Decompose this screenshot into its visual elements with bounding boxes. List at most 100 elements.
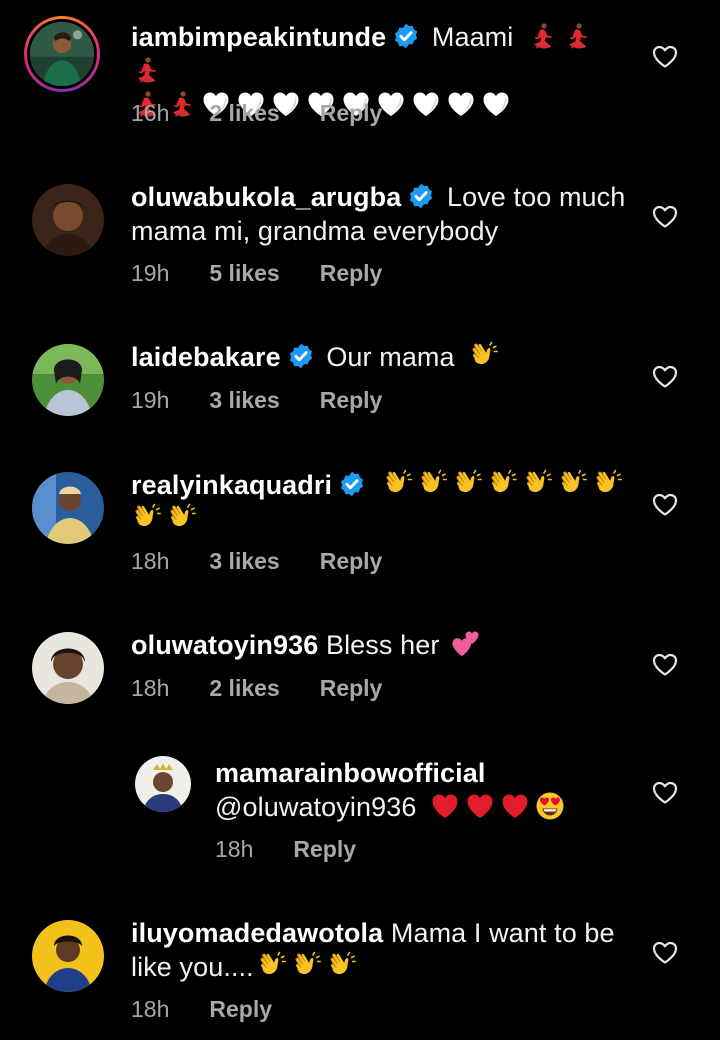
avatar-image	[27, 19, 97, 89]
avatar[interactable]	[32, 344, 104, 416]
reply-button[interactable]: Reply	[320, 100, 383, 127]
white-heart-emoji-icon	[481, 89, 511, 119]
reply-button[interactable]: Reply	[209, 996, 272, 1023]
comment-time: 19h	[131, 387, 170, 413]
heart-outline-icon	[652, 45, 678, 69]
dancer-emoji-icon	[562, 21, 592, 51]
red-heart-emoji-icon	[500, 791, 530, 821]
comment-username[interactable]: oluwabukola_arugba	[131, 182, 401, 212]
heart-outline-icon	[652, 781, 678, 805]
clap-emoji-icon	[382, 469, 412, 499]
comment-meta: 18h Reply	[215, 836, 356, 863]
like-button[interactable]	[652, 45, 678, 69]
clap-emoji-icon	[256, 951, 286, 981]
comment-body: Maami	[431, 22, 514, 52]
comment-meta: 19h 5 likes Reply	[131, 260, 382, 287]
clap-emoji-icon	[417, 469, 447, 499]
avatar[interactable]	[32, 184, 104, 256]
comment-text: oluwabukola_arugba Love too much mama mi…	[131, 180, 631, 248]
likes-count[interactable]: 2 likes	[209, 675, 279, 702]
clap-emoji-icon	[592, 469, 622, 499]
clap-emoji-icon	[487, 469, 517, 499]
avatar-photo-icon	[32, 184, 104, 256]
likes-count[interactable]: 3 likes	[209, 387, 279, 414]
verified-badge-icon	[392, 22, 420, 50]
comment-time: 18h	[131, 675, 170, 701]
verified-badge-icon	[287, 342, 315, 370]
dancer-emoji-icon	[527, 21, 557, 51]
avatar[interactable]	[32, 472, 104, 544]
avatar-photo-icon	[135, 756, 191, 812]
like-button[interactable]	[652, 365, 678, 389]
clap-emoji-icon	[452, 469, 482, 499]
comment-time: 18h	[131, 996, 170, 1022]
likes-count[interactable]: 5 likes	[209, 260, 279, 287]
comment-text: iluyomadedawotola Mama I want to be like…	[131, 916, 631, 984]
comment-username[interactable]: laidebakare	[131, 342, 281, 372]
reply-button[interactable]: Reply	[320, 675, 383, 702]
comment-time: 18h	[131, 548, 170, 574]
comment-text: realyinkaquadri	[131, 468, 631, 536]
red-heart-emoji-icon	[430, 791, 460, 821]
clap-emoji-icon	[131, 503, 161, 533]
comment-meta: 18h 2 likes Reply	[131, 675, 382, 702]
reply-button[interactable]: Reply	[320, 387, 383, 414]
avatar[interactable]	[32, 920, 104, 992]
reply-button[interactable]: Reply	[320, 548, 383, 575]
comment-username[interactable]: oluwatoyin936	[131, 630, 318, 660]
clap-emoji-icon	[468, 341, 498, 371]
avatar-photo-icon	[30, 22, 94, 86]
white-heart-emoji-icon	[411, 89, 441, 119]
verified-badge-icon	[338, 470, 366, 498]
clap-emoji-icon	[557, 469, 587, 499]
clap-emoji-icon	[326, 951, 356, 981]
heart-eyes-emoji-icon	[535, 791, 565, 821]
comment-meta: 18h Reply	[131, 996, 272, 1023]
verified-badge-icon	[407, 182, 435, 210]
comment-body[interactable]: @oluwatoyin936	[215, 792, 416, 822]
white-heart-emoji-icon	[446, 89, 476, 119]
dancer-emoji-icon	[131, 55, 161, 85]
like-button[interactable]	[652, 781, 678, 805]
comment-meta: 18h 3 likes Reply	[131, 548, 382, 575]
comment-username[interactable]: iluyomadedawotola	[131, 918, 383, 948]
comment-username[interactable]: iambimpeakintunde	[131, 22, 386, 52]
avatar-photo-icon	[32, 632, 104, 704]
heart-outline-icon	[652, 205, 678, 229]
comment-text: oluwatoyin936 Bless her	[131, 628, 631, 662]
comment-time: 18h	[215, 836, 254, 862]
reply-button[interactable]: Reply	[293, 836, 356, 863]
clap-emoji-icon	[291, 951, 321, 981]
like-button[interactable]	[652, 205, 678, 229]
like-button[interactable]	[652, 493, 678, 517]
comment-body: Bless her	[325, 630, 440, 660]
likes-count[interactable]: 3 likes	[209, 548, 279, 575]
comment-username[interactable]: mamarainbowofficial	[215, 758, 485, 788]
heart-outline-icon	[652, 365, 678, 389]
likes-count[interactable]: 2 likes	[209, 100, 279, 127]
avatar[interactable]	[32, 632, 104, 704]
red-heart-emoji-icon	[465, 791, 495, 821]
heart-outline-icon	[652, 493, 678, 517]
heart-outline-icon	[652, 653, 678, 677]
reply-button[interactable]: Reply	[320, 260, 383, 287]
comment-text: laidebakare Our mama	[131, 340, 631, 374]
comment-time: 19h	[131, 260, 170, 286]
comment-text: mamarainbowofficial @oluwatoyin936	[215, 756, 635, 824]
like-button[interactable]	[652, 653, 678, 677]
like-button[interactable]	[652, 941, 678, 965]
avatar-photo-icon	[32, 344, 104, 416]
two-hearts-emoji-icon	[451, 629, 481, 659]
avatar-photo-icon	[32, 472, 104, 544]
clap-emoji-icon	[166, 503, 196, 533]
heart-outline-icon	[652, 941, 678, 965]
comment-time: 16h	[131, 100, 170, 126]
avatar[interactable]	[135, 756, 191, 812]
comment-body: Our mama	[326, 342, 455, 372]
comment-username[interactable]: realyinkaquadri	[131, 470, 332, 500]
comment-meta: 19h 3 likes Reply	[131, 387, 382, 414]
clap-emoji-icon	[522, 469, 552, 499]
comment-meta: 16h 2 likes Reply	[131, 100, 382, 127]
avatar-photo-icon	[32, 920, 104, 992]
avatar[interactable]	[24, 16, 100, 92]
